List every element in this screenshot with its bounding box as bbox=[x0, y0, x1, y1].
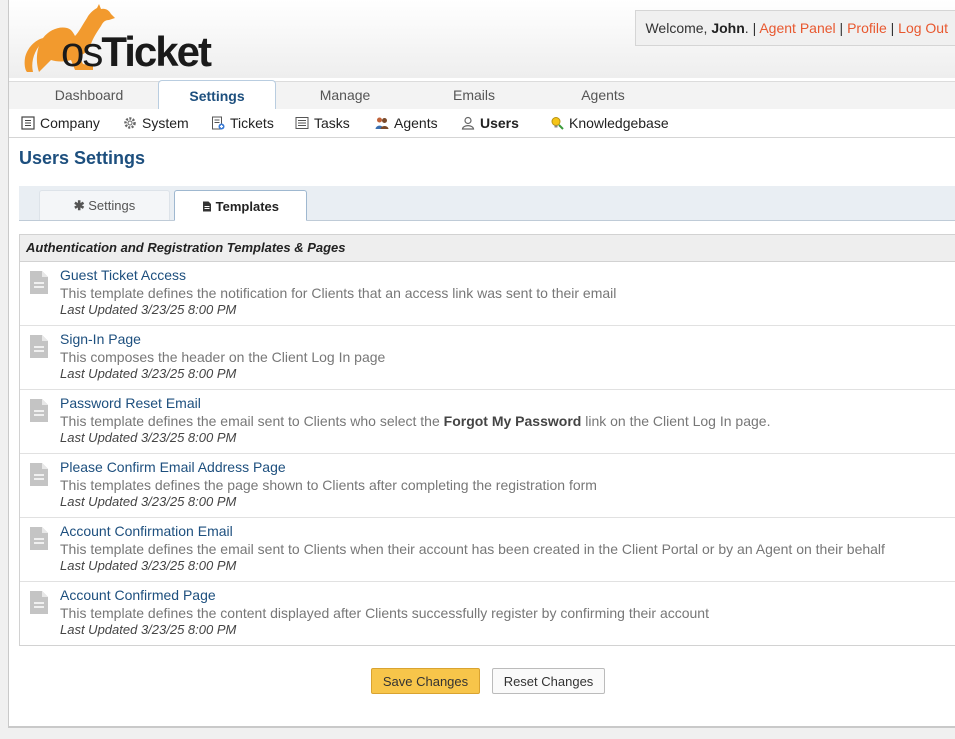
template-description: This composes the header on the Client L… bbox=[60, 349, 386, 365]
template-description: This templates defines the page shown to… bbox=[60, 477, 597, 493]
subnav-system-label: System bbox=[142, 115, 189, 131]
tab-manage[interactable]: Manage bbox=[297, 82, 393, 109]
gear-icon bbox=[124, 117, 136, 129]
welcome-prefix: Welcome, bbox=[645, 20, 712, 36]
tab-users-settings[interactable]: ✱ Settings bbox=[39, 190, 170, 220]
template-description: This template defines the email sent to … bbox=[60, 541, 885, 557]
document-icon bbox=[30, 271, 48, 294]
separator: | bbox=[886, 20, 899, 36]
tab-emails[interactable]: Emails bbox=[429, 82, 519, 109]
subnav-agents-label: Agents bbox=[394, 115, 438, 131]
logo-text-ticket: Ticket bbox=[101, 28, 212, 75]
template-row: Account Confirmed Page This template def… bbox=[20, 582, 955, 645]
subnav-users-label: Users bbox=[480, 115, 519, 131]
template-last-updated: Last Updated 3/23/25 8:00 PM bbox=[60, 558, 237, 573]
subnav-tickets[interactable]: Tickets bbox=[211, 109, 274, 137]
sub-nav: Company System Tickets Tasks Agents User… bbox=[9, 109, 955, 138]
template-title-link[interactable]: Account Confirmed Page bbox=[60, 587, 216, 603]
agents-icon bbox=[375, 117, 389, 129]
document-icon bbox=[30, 527, 48, 550]
subnav-agents[interactable]: Agents bbox=[375, 109, 438, 137]
header: osTicket Welcome, John. | Agent Panel | … bbox=[9, 0, 955, 78]
ticket-icon bbox=[212, 116, 225, 130]
tab-users-settings-label: Settings bbox=[88, 198, 136, 213]
subnav-company[interactable]: Company bbox=[21, 109, 100, 137]
template-title-link[interactable]: Account Confirmation Email bbox=[60, 523, 233, 539]
template-last-updated: Last Updated 3/23/25 8:00 PM bbox=[60, 430, 237, 445]
tasks-icon bbox=[295, 117, 309, 129]
subnav-company-label: Company bbox=[40, 115, 100, 131]
document-icon bbox=[30, 463, 48, 486]
template-title-link[interactable]: Password Reset Email bbox=[60, 395, 201, 411]
template-description-bold: Forgot My Password bbox=[443, 413, 582, 429]
page-container: osTicket Welcome, John. | Agent Panel | … bbox=[8, 0, 955, 728]
templates-table: Authentication and Registration Template… bbox=[19, 234, 955, 646]
document-icon bbox=[30, 399, 48, 422]
tab-templates-label: Templates bbox=[215, 199, 279, 214]
template-row: Password Reset Email This template defin… bbox=[20, 390, 955, 454]
subnav-system[interactable]: System bbox=[123, 109, 189, 137]
asterisk-icon: ✱ bbox=[73, 198, 85, 213]
template-description: This template defines the content displa… bbox=[60, 605, 709, 621]
tab-settings[interactable]: Settings bbox=[158, 80, 276, 111]
template-row: Guest Ticket Access This template define… bbox=[20, 262, 955, 326]
template-description: This template defines the notification f… bbox=[60, 285, 617, 301]
subnav-tasks-label: Tasks bbox=[314, 115, 350, 131]
user-name: John bbox=[711, 20, 745, 36]
subnav-tickets-label: Tickets bbox=[230, 115, 274, 131]
template-row: Sign-In Page This composes the header on… bbox=[20, 326, 955, 390]
reset-changes-button[interactable]: Reset Changes bbox=[492, 668, 605, 694]
template-title-link[interactable]: Please Confirm Email Address Page bbox=[60, 459, 286, 475]
tab-templates[interactable]: Templates bbox=[174, 190, 307, 221]
document-icon bbox=[30, 335, 48, 358]
knowledgebase-icon bbox=[551, 117, 564, 130]
building-icon bbox=[21, 116, 35, 130]
template-row: Account Confirmation Email This template… bbox=[20, 518, 955, 582]
document-icon bbox=[30, 591, 48, 614]
user-info-box: Welcome, John. | Agent Panel | Profile |… bbox=[635, 10, 955, 46]
tab-dashboard[interactable]: Dashboard bbox=[39, 82, 139, 109]
user-icon bbox=[461, 116, 475, 130]
subnav-users[interactable]: Users bbox=[461, 109, 519, 137]
template-last-updated: Last Updated 3/23/25 8:00 PM bbox=[60, 622, 237, 637]
subnav-knowledgebase[interactable]: Knowledgebase bbox=[550, 109, 669, 137]
template-last-updated: Last Updated 3/23/25 8:00 PM bbox=[60, 494, 237, 509]
file-icon bbox=[203, 201, 212, 212]
agent-panel-link[interactable]: Agent Panel bbox=[759, 20, 835, 36]
subnav-knowledgebase-label: Knowledgebase bbox=[569, 115, 669, 131]
page-title: Users Settings bbox=[19, 148, 146, 168]
logo[interactable]: osTicket bbox=[13, 2, 233, 74]
template-row: Please Confirm Email Address Page This t… bbox=[20, 454, 955, 518]
separator: | bbox=[835, 20, 848, 36]
main-nav: Dashboard Settings Manage Emails Agents bbox=[9, 80, 955, 111]
template-last-updated: Last Updated 3/23/25 8:00 PM bbox=[60, 302, 237, 317]
tab-agents[interactable]: Agents bbox=[557, 82, 649, 109]
template-title-link[interactable]: Sign-In Page bbox=[60, 331, 141, 347]
subnav-tasks[interactable]: Tasks bbox=[295, 109, 350, 137]
template-description-pre: This template defines the email sent to … bbox=[60, 413, 444, 429]
logo-text: osTicket bbox=[61, 28, 212, 75]
logout-link[interactable]: Log Out bbox=[898, 20, 948, 36]
template-last-updated: Last Updated 3/23/25 8:00 PM bbox=[60, 366, 237, 381]
template-title-link[interactable]: Guest Ticket Access bbox=[60, 267, 186, 283]
profile-link[interactable]: Profile bbox=[847, 20, 887, 36]
template-description: This template defines the email sent to … bbox=[60, 413, 770, 429]
templates-table-header: Authentication and Registration Template… bbox=[20, 235, 955, 262]
template-description-post: link on the Client Log In page. bbox=[581, 413, 771, 429]
save-changes-button[interactable]: Save Changes bbox=[371, 668, 480, 694]
welcome-suffix: . | bbox=[744, 20, 760, 36]
page-tabs: ✱ Settings Templates bbox=[19, 186, 955, 221]
logo-text-os: os bbox=[61, 28, 103, 75]
